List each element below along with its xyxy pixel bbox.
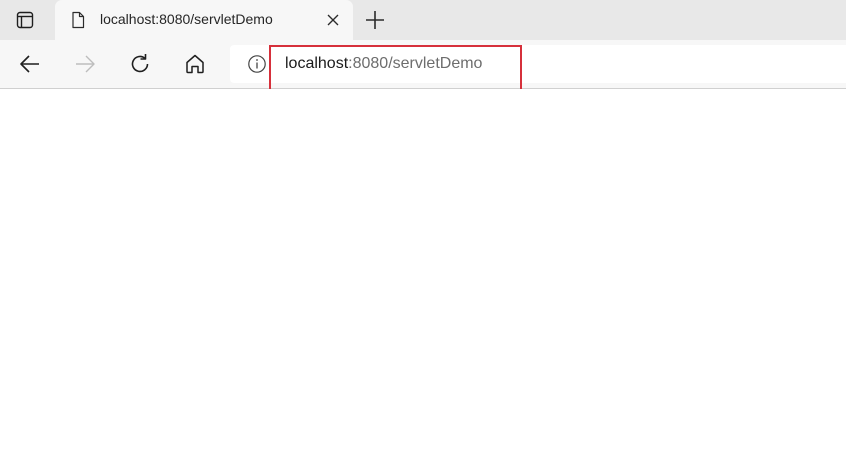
home-icon[interactable] bbox=[182, 51, 208, 77]
forward-arrow-icon[interactable] bbox=[72, 51, 98, 77]
tab-strip: localhost:8080/servletDemo bbox=[0, 0, 846, 40]
browser-tab[interactable]: localhost:8080/servletDemo bbox=[55, 0, 353, 40]
close-icon[interactable] bbox=[325, 12, 341, 28]
page-content bbox=[0, 89, 846, 468]
browser-toolbar: localhost:8080/servletDemo bbox=[0, 40, 846, 89]
address-bar[interactable]: localhost:8080/servletDemo bbox=[230, 45, 846, 83]
tab-title: localhost:8080/servletDemo bbox=[100, 11, 273, 27]
info-icon[interactable] bbox=[247, 54, 267, 74]
url-path: :8080/servletDemo bbox=[348, 55, 483, 72]
back-arrow-icon[interactable] bbox=[17, 51, 43, 77]
url-text[interactable]: localhost:8080/servletDemo bbox=[285, 54, 482, 74]
url-host: localhost bbox=[285, 55, 349, 72]
tab-actions-icon[interactable] bbox=[9, 9, 41, 31]
refresh-icon[interactable] bbox=[127, 51, 153, 77]
plus-icon[interactable] bbox=[363, 8, 387, 32]
page-icon bbox=[68, 10, 88, 30]
browser-window: localhost:8080/servletDemo localhost:808… bbox=[0, 0, 846, 468]
